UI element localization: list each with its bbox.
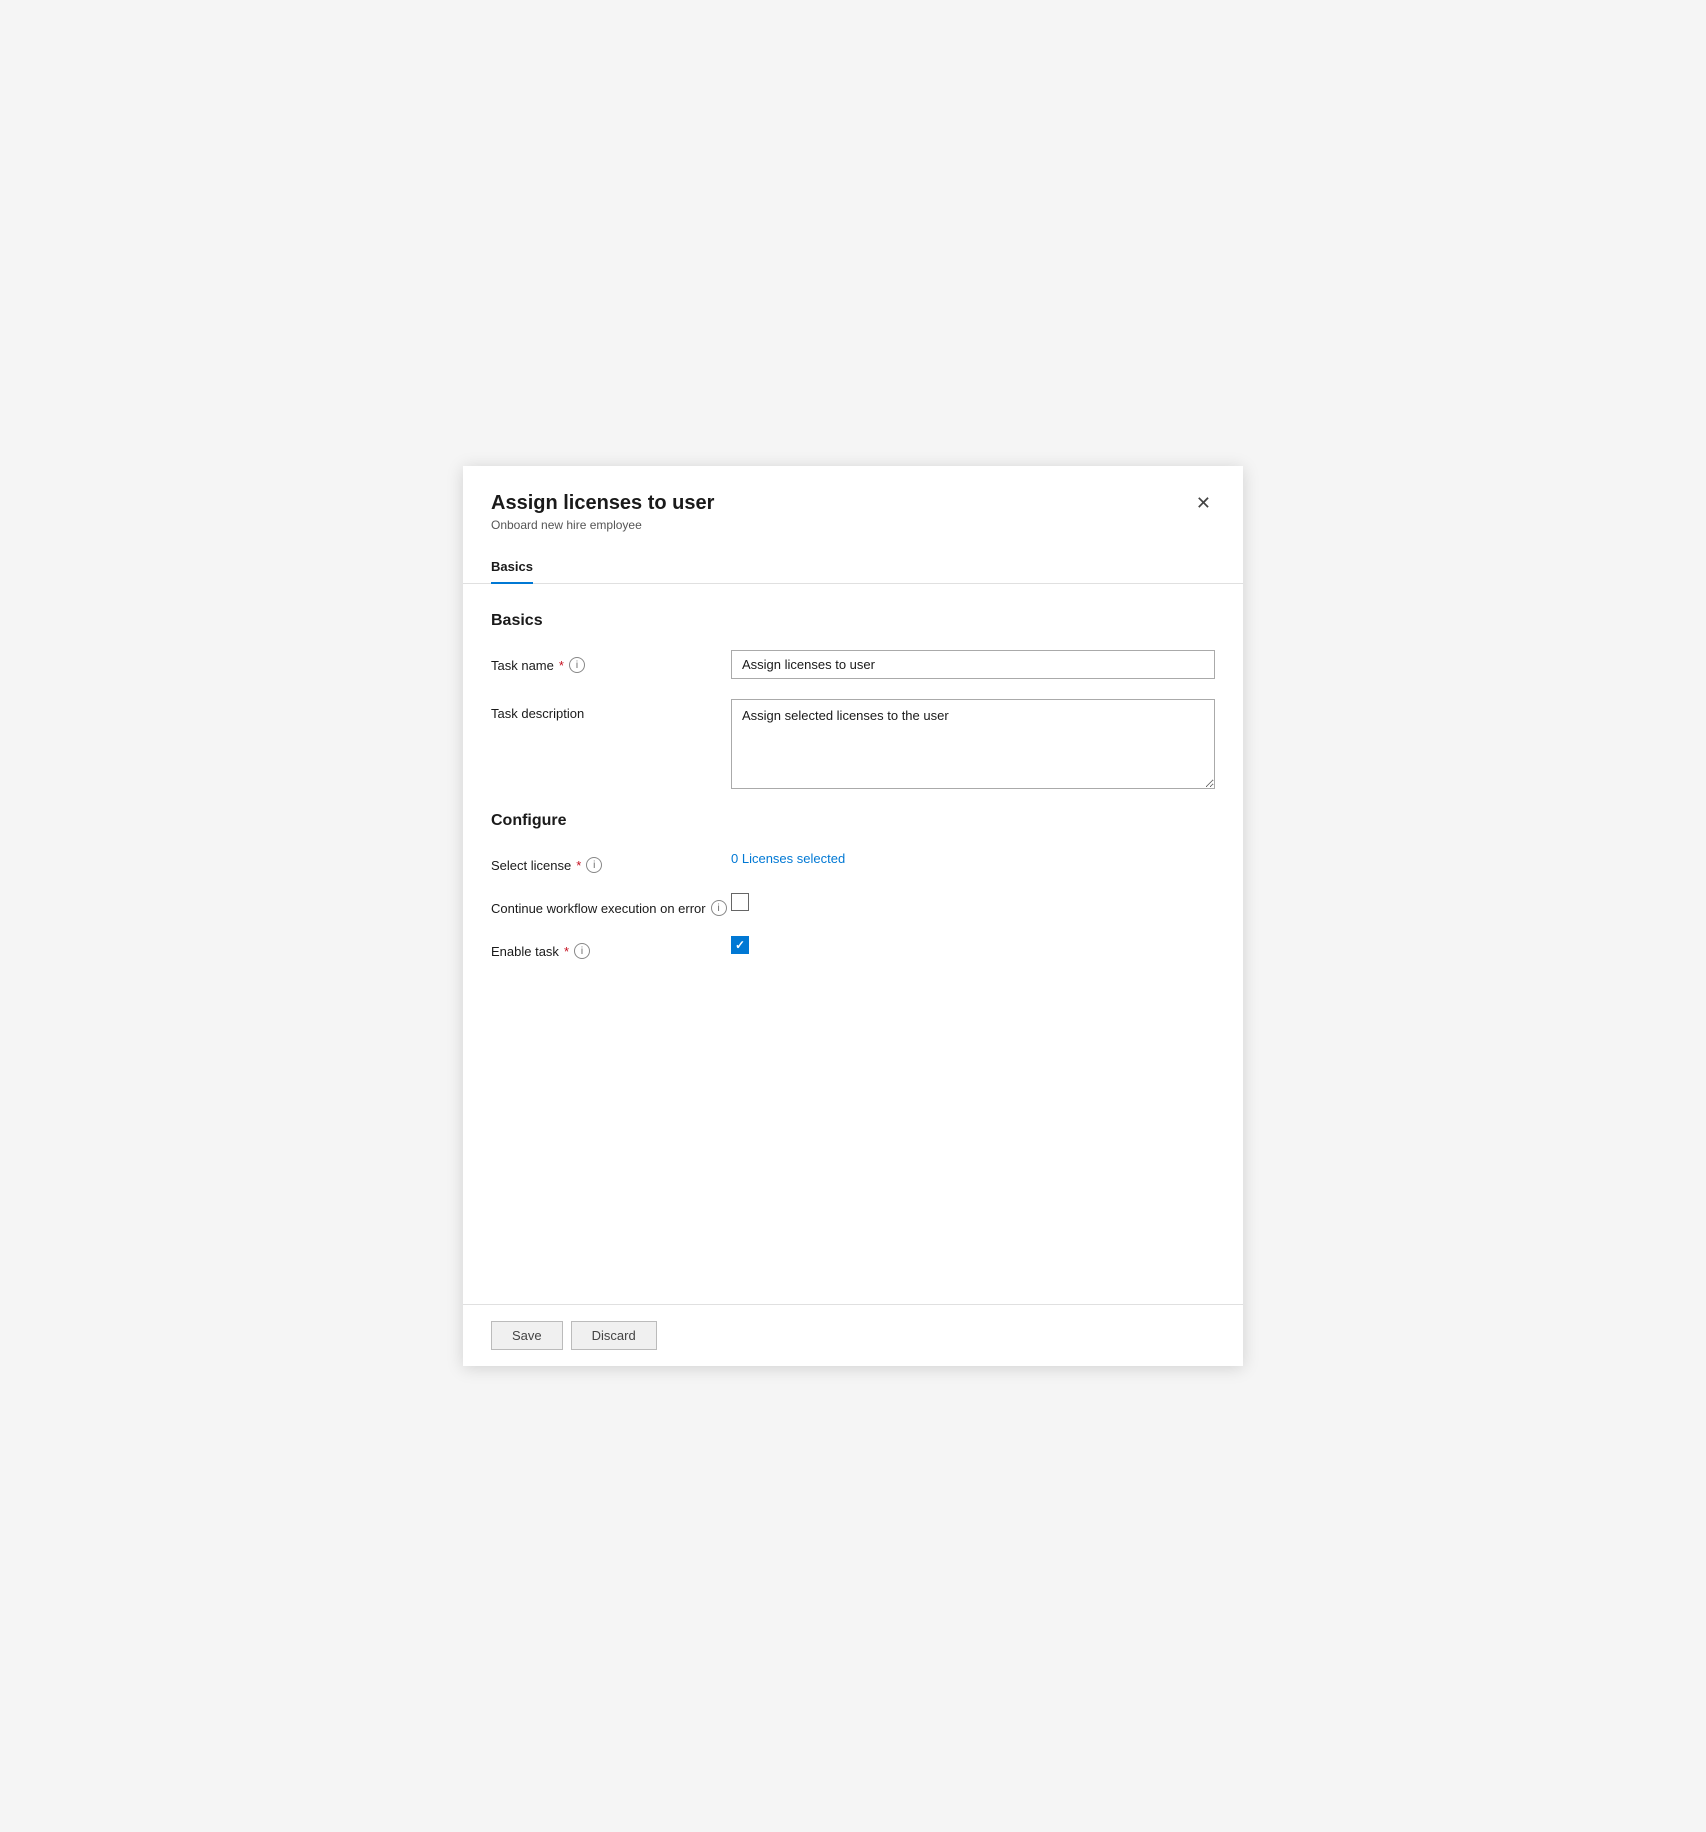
select-license-info-icon: i <box>586 857 602 873</box>
task-name-label: Task name * i <box>491 650 731 673</box>
enable-task-required: * <box>564 944 569 959</box>
dialog-header: Assign licenses to user Onboard new hire… <box>463 466 1243 540</box>
task-description-row: Task description Assign selected license… <box>491 699 1215 792</box>
task-description-label: Task description <box>491 699 731 721</box>
close-icon: ✕ <box>1196 494 1211 512</box>
continue-workflow-label: Continue workflow execution on error i <box>491 893 731 916</box>
tab-bar: Basics <box>463 548 1243 584</box>
tab-basics[interactable]: Basics <box>491 549 533 584</box>
discard-button[interactable]: Discard <box>571 1321 657 1350</box>
continue-workflow-row: Continue workflow execution on error i <box>491 893 1215 916</box>
save-button[interactable]: Save <box>491 1321 563 1350</box>
enable-task-info-icon: i <box>574 943 590 959</box>
task-name-input[interactable] <box>731 650 1215 679</box>
task-name-required: * <box>559 658 564 673</box>
configure-section: Configure Select license * i 0 Licenses … <box>491 812 1215 959</box>
dialog-subtitle: Onboard new hire employee <box>491 518 714 532</box>
licenses-selected-link[interactable]: 0 Licenses selected <box>731 851 845 866</box>
checkmark-icon: ✓ <box>735 939 745 951</box>
select-license-required: * <box>576 858 581 873</box>
task-name-control <box>731 650 1215 679</box>
continue-workflow-info-icon: i <box>711 900 727 916</box>
continue-workflow-checkbox[interactable] <box>731 893 749 911</box>
assign-licenses-dialog: Assign licenses to user Onboard new hire… <box>463 466 1243 1366</box>
enable-task-checkbox[interactable]: ✓ <box>731 936 749 954</box>
task-description-control: Assign selected licenses to the user <box>731 699 1215 792</box>
enable-task-label: Enable task * i <box>491 936 731 959</box>
task-description-textarea[interactable]: Assign selected licenses to the user <box>731 699 1215 789</box>
dialog-content: Basics Task name * i Task description As… <box>463 584 1243 1304</box>
task-name-row: Task name * i <box>491 650 1215 679</box>
dialog-title: Assign licenses to user <box>491 490 714 516</box>
task-name-info-icon: i <box>569 657 585 673</box>
enable-task-row: Enable task * i ✓ <box>491 936 1215 959</box>
configure-section-title: Configure <box>491 812 1215 830</box>
dialog-footer: Save Discard <box>463 1304 1243 1366</box>
close-button[interactable]: ✕ <box>1192 490 1215 516</box>
enable-task-control: ✓ <box>731 936 1215 954</box>
dialog-title-block: Assign licenses to user Onboard new hire… <box>491 490 714 532</box>
select-license-control: 0 Licenses selected <box>731 850 1215 866</box>
continue-workflow-control <box>731 893 1215 911</box>
basics-section-title: Basics <box>491 612 1215 630</box>
select-license-label: Select license * i <box>491 850 731 873</box>
select-license-row: Select license * i 0 Licenses selected <box>491 850 1215 873</box>
